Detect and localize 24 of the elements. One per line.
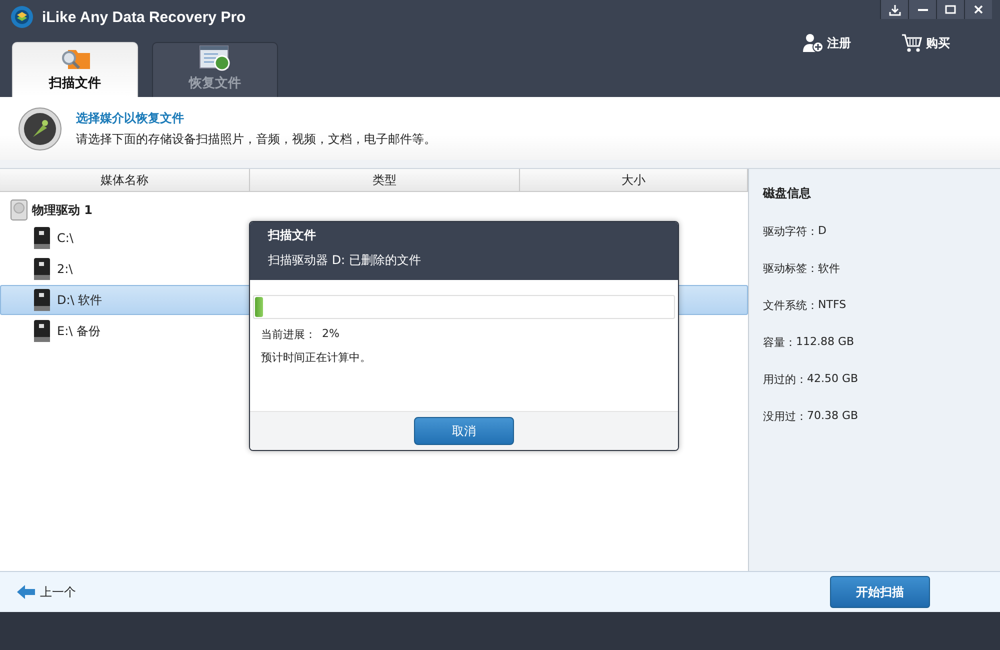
info-value: 42.50 GB	[807, 372, 858, 387]
progress-value: 2%	[322, 327, 340, 342]
column-header: 大小	[520, 169, 748, 191]
header-description: 请选择下面的存储设备扫描照片，音频，视频，文档，电子邮件等。	[76, 130, 436, 148]
panel-title: 磁盘信息	[763, 185, 812, 202]
window-title: iLike Any Data Recovery Pro	[42, 8, 246, 26]
info-label: 没用过：	[763, 409, 807, 424]
info-label: 驱动字符：	[763, 224, 818, 239]
header-title: 选择媒介以恢复文件	[76, 110, 185, 126]
info-label: 容量：	[763, 335, 796, 350]
info-value: NTFS	[818, 298, 846, 313]
info-value: D	[818, 224, 826, 239]
info-value: 70.38 GB	[807, 409, 858, 424]
eta-text: 预计时间正在计算中。	[261, 350, 371, 365]
dialog-subtitle: 扫描驱动器 D: 已删除的文件	[268, 252, 422, 269]
info-label: 文件系统：	[763, 298, 818, 313]
column-header: 类型	[250, 169, 520, 191]
info-label: 用过的：	[763, 372, 807, 387]
info-value: 112.88 GB	[796, 335, 854, 350]
column-header: 媒体名称	[0, 169, 250, 191]
progress-label: 当前进展：	[261, 327, 316, 342]
info-label: 驱动标签：	[763, 261, 818, 276]
info-value: 软件	[818, 261, 840, 276]
dialog-title: 扫描文件	[268, 227, 317, 244]
